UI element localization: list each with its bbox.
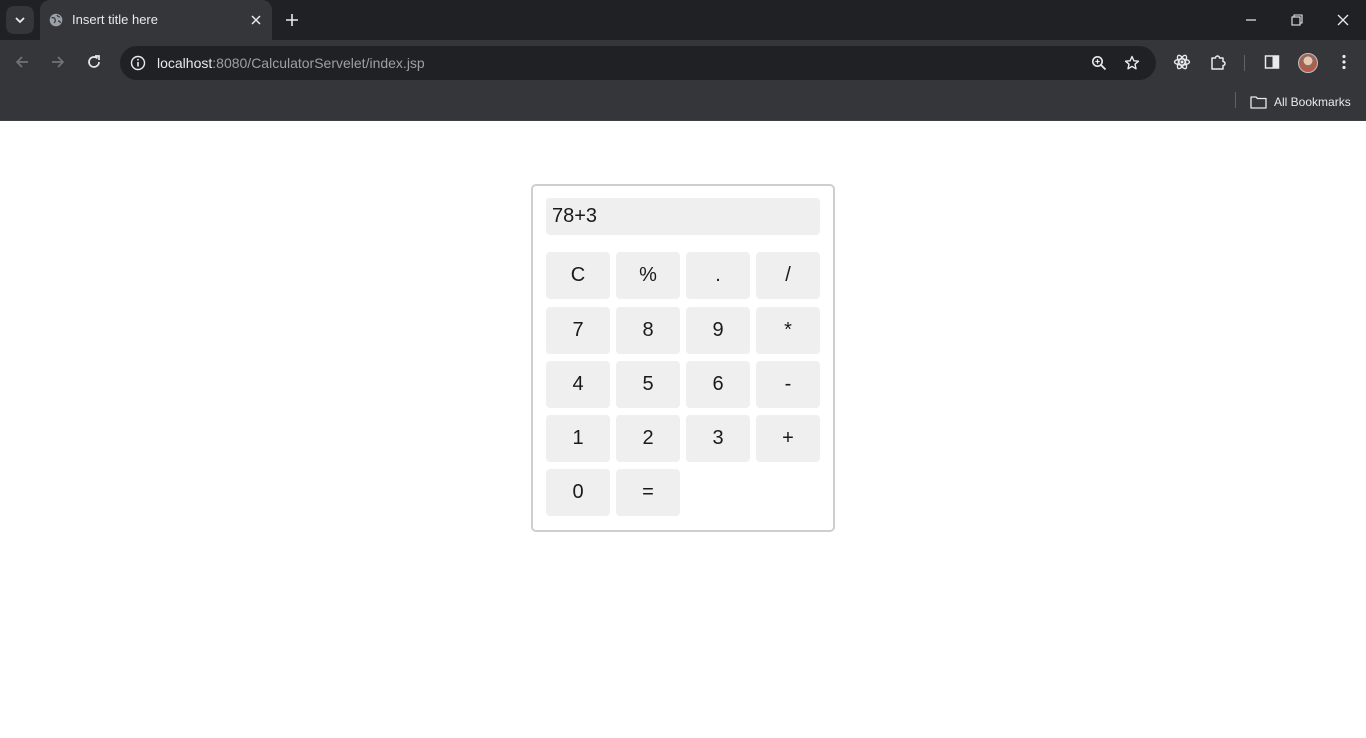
minimize-icon xyxy=(1246,19,1256,21)
tab-search-button[interactable] xyxy=(6,6,34,34)
key-5[interactable]: 5 xyxy=(616,361,680,408)
address-bar[interactable]: localhost:8080/CalculatorServelet/index.… xyxy=(120,46,1156,80)
zoom-icon xyxy=(1092,56,1107,71)
bookmarks-divider xyxy=(1235,92,1236,108)
key-6[interactable]: 6 xyxy=(686,361,750,408)
key-minus[interactable]: - xyxy=(756,361,820,408)
key-4[interactable]: 4 xyxy=(546,361,610,408)
all-bookmarks-button[interactable]: All Bookmarks xyxy=(1250,92,1351,112)
extensions-button[interactable] xyxy=(1206,50,1230,74)
key-2[interactable]: 2 xyxy=(616,415,680,462)
plus-icon xyxy=(286,14,298,26)
new-tab-button[interactable] xyxy=(281,9,303,31)
puzzle-icon xyxy=(1211,55,1226,70)
react-devtools-extension-button[interactable] xyxy=(1170,50,1194,74)
key-dot[interactable]: . xyxy=(686,252,750,299)
key-8[interactable]: 8 xyxy=(616,307,680,354)
back-button[interactable] xyxy=(10,50,34,74)
folder-icon xyxy=(1250,96,1267,109)
side-panel-icon xyxy=(1264,55,1280,69)
key-0[interactable]: 0 xyxy=(546,469,610,516)
minimize-button[interactable] xyxy=(1239,8,1263,32)
more-vert-icon xyxy=(1342,54,1346,70)
reload-button[interactable] xyxy=(82,50,106,74)
browser-toolbar: localhost:8080/CalculatorServelet/index.… xyxy=(0,40,1366,84)
restore-icon xyxy=(1291,14,1303,26)
arrow-right-icon xyxy=(52,56,65,68)
key-equals[interactable]: = xyxy=(616,469,680,516)
side-panel-button[interactable] xyxy=(1260,50,1284,74)
close-icon xyxy=(251,15,261,25)
calculator-display[interactable] xyxy=(546,198,820,235)
key-1[interactable]: 1 xyxy=(546,415,610,462)
star-icon xyxy=(1124,55,1140,70)
tab-strip: Insert title here xyxy=(0,0,1366,40)
zoom-button[interactable] xyxy=(1089,53,1109,73)
forward-button[interactable] xyxy=(46,50,70,74)
atom-icon xyxy=(1173,54,1191,70)
profile-avatar[interactable] xyxy=(1298,53,1318,73)
key-clear[interactable]: C xyxy=(546,252,610,299)
arrow-left-icon xyxy=(15,56,28,68)
tab-title: Insert title here xyxy=(72,12,158,27)
key-3[interactable]: 3 xyxy=(686,415,750,462)
info-icon xyxy=(130,55,146,71)
close-window-button[interactable] xyxy=(1331,8,1355,32)
key-plus[interactable]: + xyxy=(756,415,820,462)
globe-icon xyxy=(49,13,63,27)
key-9[interactable]: 9 xyxy=(686,307,750,354)
toolbar-divider xyxy=(1244,55,1245,71)
all-bookmarks-label: All Bookmarks xyxy=(1274,95,1351,109)
reload-icon xyxy=(88,55,100,68)
menu-button[interactable] xyxy=(1332,50,1356,74)
url-path: :8080/CalculatorServelet/index.jsp xyxy=(212,55,425,71)
restore-button[interactable] xyxy=(1285,8,1309,32)
calculator: C % . / 7 8 9 * 4 5 6 - 1 2 3 + 0 = xyxy=(531,184,835,532)
bookmark-star-button[interactable] xyxy=(1122,53,1142,73)
key-7[interactable]: 7 xyxy=(546,307,610,354)
chevron-down-icon xyxy=(15,17,25,24)
close-icon xyxy=(1337,14,1349,26)
tab-active[interactable]: Insert title here xyxy=(40,0,272,40)
url-text: localhost:8080/CalculatorServelet/index.… xyxy=(157,55,425,71)
key-divide[interactable]: / xyxy=(756,252,820,299)
bookmarks-bar: All Bookmarks xyxy=(0,84,1366,121)
site-info-button[interactable] xyxy=(128,53,148,73)
tab-close-button[interactable] xyxy=(246,10,266,30)
key-percent[interactable]: % xyxy=(616,252,680,299)
key-multiply[interactable]: * xyxy=(756,307,820,354)
url-host: localhost xyxy=(157,55,213,71)
